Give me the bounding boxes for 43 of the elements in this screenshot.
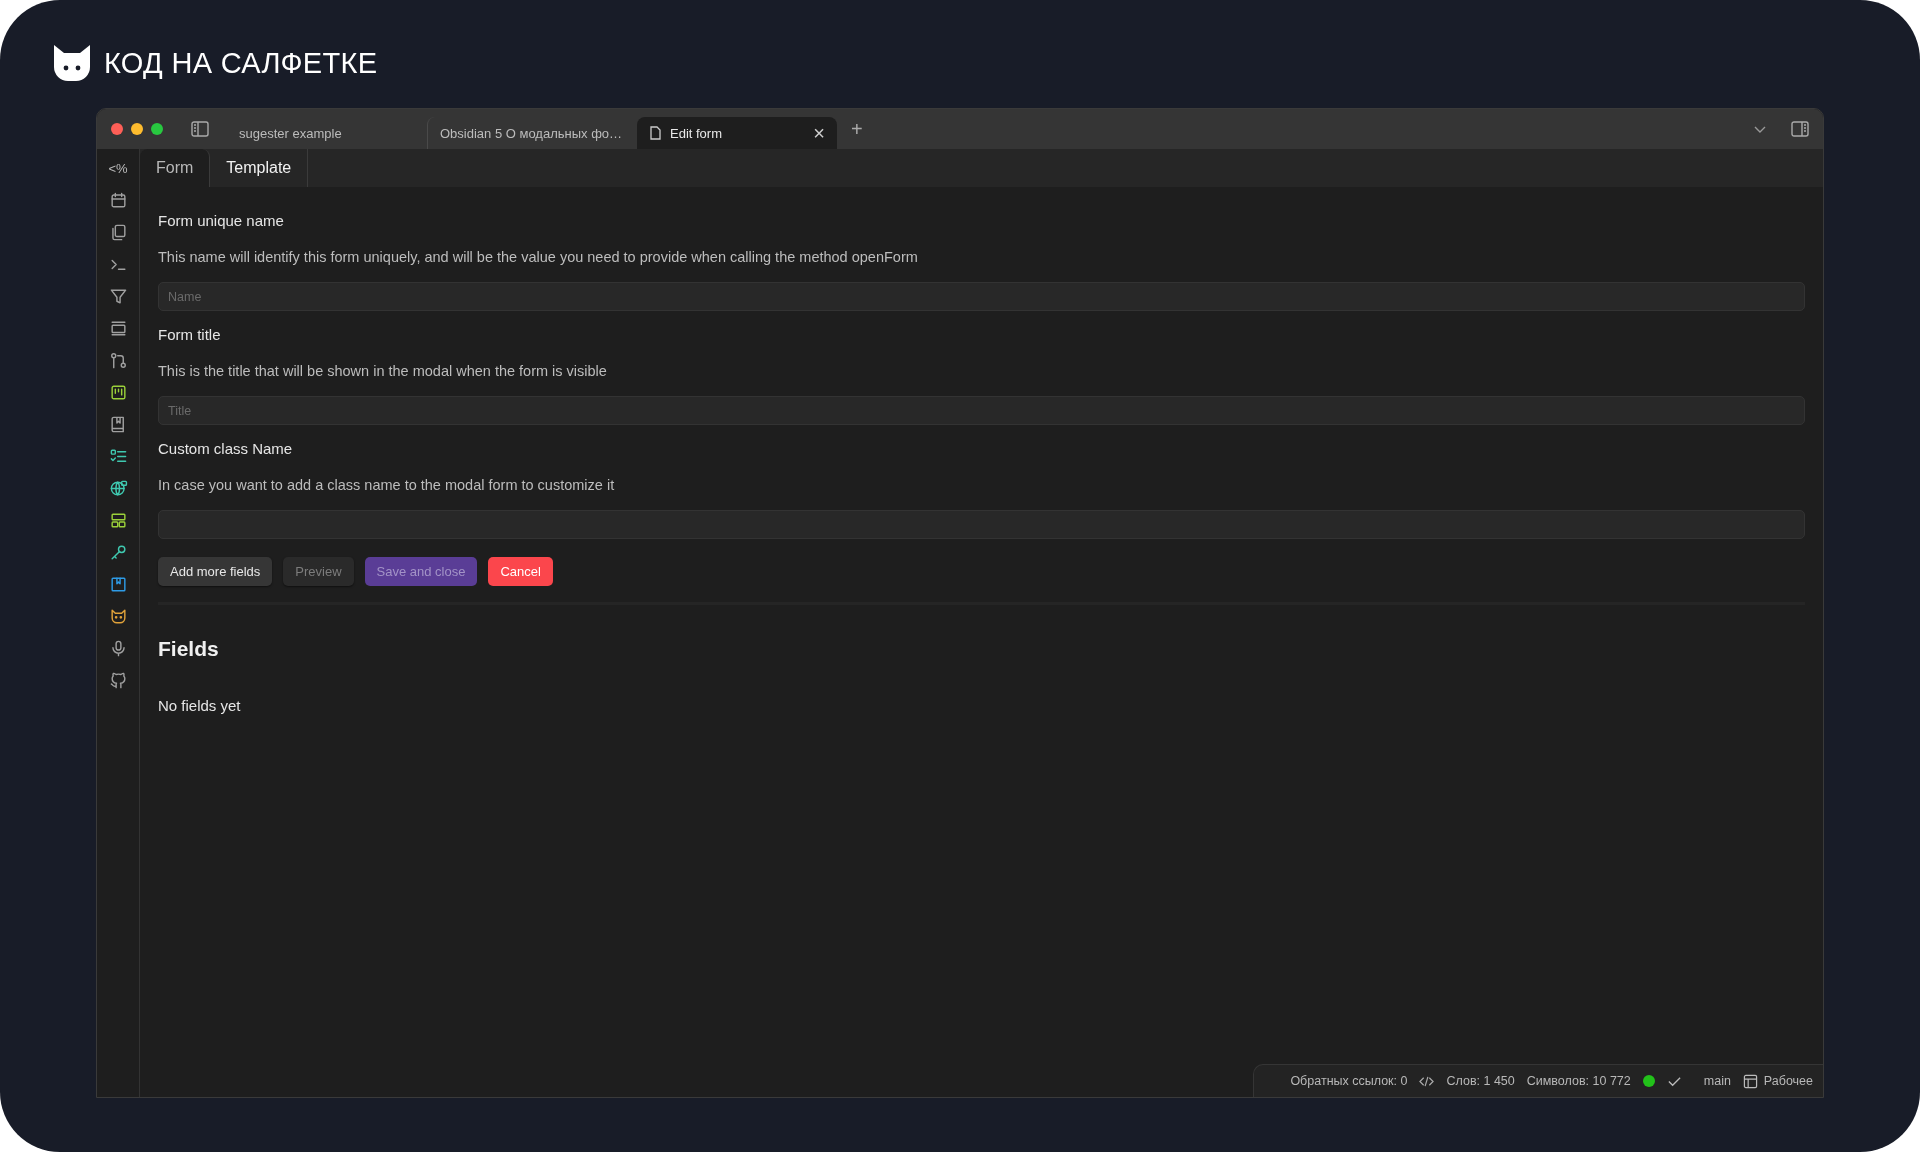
sidebar-toggle-icon[interactable] — [191, 121, 209, 137]
slides-icon[interactable] — [108, 319, 128, 338]
cat-icon[interactable] — [108, 607, 128, 626]
fields-heading: Fields — [158, 637, 220, 661]
view-tab[interactable]: Form — [140, 149, 211, 187]
field-label: Custom class Name — [158, 440, 294, 457]
git-branch[interactable]: main — [1703, 1074, 1731, 1088]
calendar-icon[interactable] — [108, 191, 128, 210]
form-button[interactable]: Add more fields — [158, 557, 273, 586]
brand-name: КОД НА САЛФЕТКЕ — [104, 46, 378, 80]
file-icon — [649, 126, 662, 140]
field-label: Form title — [158, 326, 222, 343]
branch-icon[interactable] — [108, 351, 128, 370]
templater-icon[interactable]: <% — [108, 159, 128, 178]
field-label: Form unique name — [158, 212, 285, 229]
right-sidebar-toggle-icon[interactable] — [1791, 121, 1809, 137]
view-tab[interactable]: Template — [210, 149, 309, 187]
layout-icon[interactable] — [1742, 1073, 1758, 1089]
character-count: Символов: 10 772 — [1526, 1074, 1631, 1088]
github-icon[interactable] — [108, 671, 128, 690]
minimize-window-button[interactable] — [131, 123, 143, 135]
input-field[interactable]: Title — [158, 396, 1805, 425]
close-window-button[interactable] — [111, 123, 123, 135]
layout-icon[interactable] — [108, 511, 128, 530]
close-tab-button[interactable]: × — [813, 123, 825, 143]
globe-icon[interactable] — [108, 479, 128, 498]
maximize-window-button[interactable] — [151, 123, 163, 135]
filter-icon[interactable] — [108, 287, 128, 306]
field-description: In case you want to add a class name to the modal form to customize it — [158, 477, 616, 493]
kanban-icon[interactable] — [108, 383, 128, 402]
word-count: Слов: 1 450 — [1446, 1074, 1515, 1088]
backlinks-count[interactable]: Обратных ссылок: 0 — [1290, 1074, 1408, 1088]
bookmark-icon[interactable] — [108, 575, 128, 594]
field-description: This is the title that will be shown in the modal when the form is visible — [158, 363, 608, 379]
field-description: This name will identify this form uniquely, and will be the value you need to provide when calling the method openForm — [158, 249, 919, 265]
workspace-name[interactable]: Рабочее — [1763, 1074, 1813, 1088]
new-tab-button[interactable]: + — [851, 117, 863, 141]
cat-logo-icon — [52, 45, 92, 81]
input-field[interactable]: Name — [158, 282, 1805, 311]
editor-tab[interactable]: Edit form × — [637, 117, 837, 149]
sync-status-dot[interactable] — [1642, 1075, 1655, 1087]
editor-tab[interactable]: sugester example — [227, 117, 427, 149]
empty-message: No fields yet — [158, 697, 242, 714]
